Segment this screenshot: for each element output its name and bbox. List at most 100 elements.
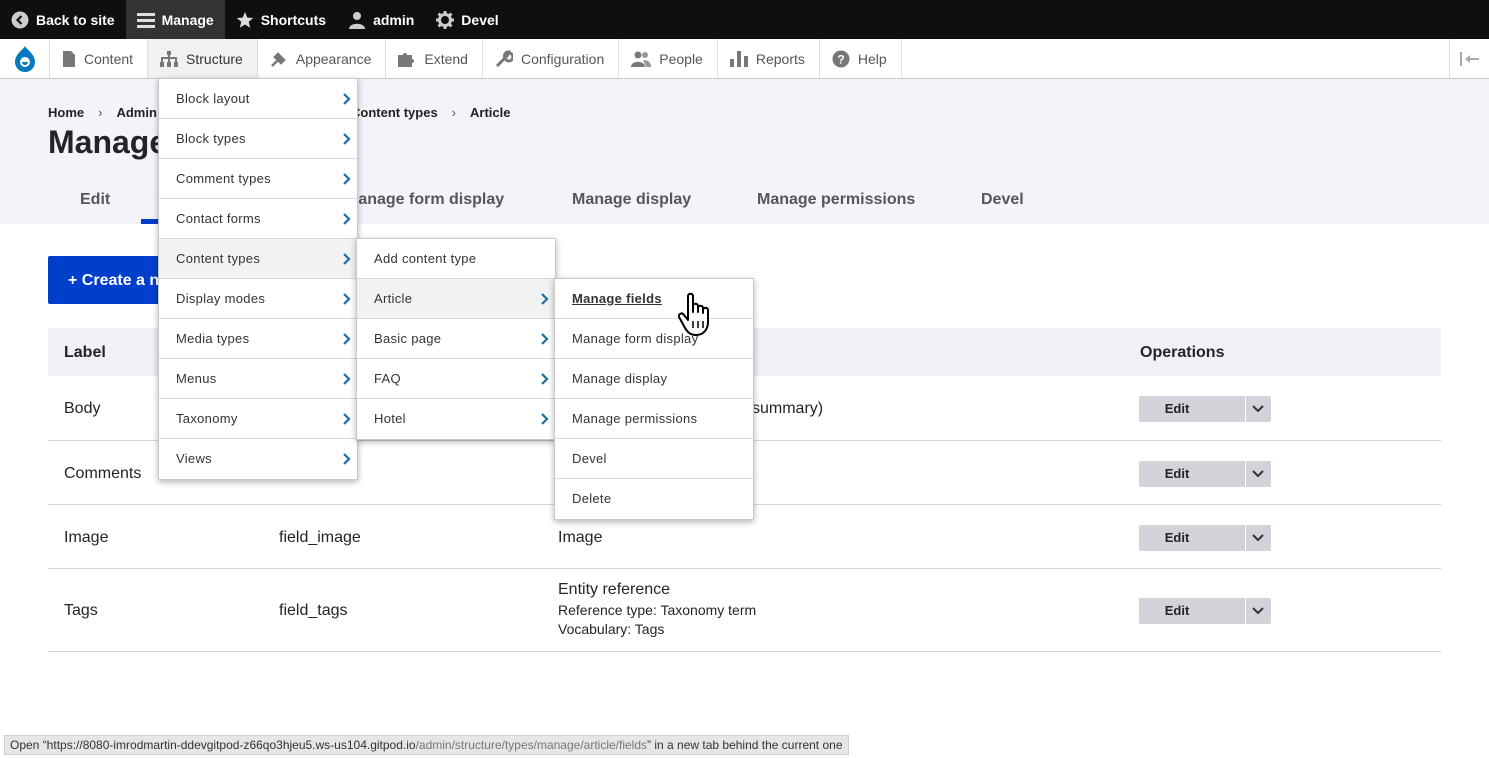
breadcrumb-article[interactable]: Article (470, 105, 510, 120)
breadcrumb-content-types[interactable]: Content types (351, 105, 438, 120)
menu-item-manage-form-display[interactable]: Manage form display (555, 319, 753, 359)
link-status-bar: Open “https://8080-imrodmartin-ddevgitpo… (4, 735, 849, 755)
admin-toolbar: Back to site Manage Shortcuts admin Deve… (0, 0, 1489, 39)
tab-manage-display[interactable]: Manage display (572, 182, 691, 220)
tray-item-appearance[interactable]: Appearance (258, 39, 387, 78)
chevron-right-icon (541, 333, 549, 345)
menu-item-label: Comment types (176, 171, 271, 186)
operations-dropbutton: Edit (1139, 525, 1271, 551)
menu-item-hotel[interactable]: Hotel (357, 399, 555, 439)
menu-item-taxonomy[interactable]: Taxonomy (159, 399, 357, 439)
chevron-down-icon (1252, 534, 1264, 542)
column-header-label: Label (64, 344, 106, 361)
menu-item-media-types[interactable]: Media types (159, 319, 357, 359)
shortcuts-tab[interactable]: Shortcuts (225, 0, 337, 39)
menu-item-display-modes[interactable]: Display modes (159, 279, 357, 319)
menu-item-add-content-type[interactable]: Add content type (357, 239, 555, 279)
dropbutton-toggle[interactable] (1245, 598, 1270, 624)
field-type: summary) (752, 400, 824, 417)
status-suffix: ” in a new tab behind the current one (647, 738, 843, 752)
chevron-right-icon (343, 93, 351, 105)
menu-item-contact-forms[interactable]: Contact forms (159, 199, 357, 239)
menu-item-label: Taxonomy (176, 411, 238, 426)
status-path: /admin/structure/types/manage/article/fi… (415, 738, 648, 752)
dropbutton-toggle[interactable] (1245, 525, 1270, 551)
edit-button[interactable]: Edit (1139, 461, 1245, 487)
tray-orientation-toggle[interactable] (1449, 39, 1489, 78)
menu-item-content-types[interactable]: Content types (159, 239, 357, 279)
tray-item-extend[interactable]: Extend (386, 39, 483, 78)
manage-tab[interactable]: Manage (125, 0, 225, 39)
user-icon (349, 11, 366, 29)
breadcrumb-home[interactable]: Home (48, 105, 84, 120)
devel-tab[interactable]: Devel (425, 0, 509, 39)
collapse-sidebar-icon (1459, 51, 1479, 66)
svg-text:?: ? (837, 52, 844, 66)
tray-item-people[interactable]: People (619, 39, 718, 78)
tray-item-structure[interactable]: Structure (148, 39, 258, 78)
tray-item-help[interactable]: ? Help (820, 39, 902, 78)
chevron-right-icon (343, 213, 351, 225)
field-type: Image (558, 529, 603, 546)
operations-dropbutton: Edit (1139, 461, 1271, 487)
user-tab[interactable]: admin (337, 0, 425, 39)
edit-button[interactable]: Edit (1139, 396, 1245, 422)
breadcrumb-admin[interactable]: Admin (116, 105, 156, 120)
menu-item-manage-display[interactable]: Manage display (555, 359, 753, 399)
sitemap-icon (160, 50, 179, 67)
chevron-right-icon (343, 133, 351, 145)
table-row: Tags field_tags Entity reference Referen… (48, 569, 1441, 652)
drupal-logo-icon[interactable] (0, 39, 50, 78)
menu-item-label: Menus (176, 371, 217, 386)
menu-item-basic-page[interactable]: Basic page (357, 319, 555, 359)
operations-dropbutton: Edit (1139, 598, 1271, 624)
tray-item-label: Appearance (295, 50, 372, 67)
manage-label: Manage (161, 11, 214, 28)
devel-label: Devel (461, 11, 499, 28)
tab-devel[interactable]: Devel (981, 182, 1024, 220)
back-to-site-link[interactable]: Back to site (0, 0, 126, 39)
tray-item-content[interactable]: Content (50, 39, 149, 78)
menu-item-label: Basic page (374, 331, 442, 346)
hand-pointer-icon (678, 292, 709, 336)
menu-item-label: Views (176, 451, 212, 466)
menu-item-comment-types[interactable]: Comment types (159, 159, 357, 199)
tab-edit[interactable]: Edit (80, 182, 110, 220)
menu-item-views[interactable]: Views (159, 439, 357, 479)
bar-chart-icon (729, 50, 748, 67)
edit-button[interactable]: Edit (1139, 598, 1245, 624)
field-label: Comments (64, 465, 142, 482)
menu-item-article[interactable]: Article (357, 279, 555, 319)
field-type-detail: Reference type: Taxonomy term (558, 602, 757, 618)
tray-item-configuration[interactable]: Configuration (483, 39, 620, 78)
operations-dropbutton: Edit (1139, 396, 1271, 422)
tray-item-reports[interactable]: Reports (718, 39, 820, 78)
edit-button[interactable]: Edit (1139, 525, 1245, 551)
menu-item-delete[interactable]: Delete (555, 479, 753, 519)
tray-item-label: People (659, 50, 703, 67)
tab-manage-form-display[interactable]: Manage form display (345, 182, 504, 220)
menu-item-block-types[interactable]: Block types (159, 119, 357, 159)
people-icon (631, 51, 652, 67)
tray-item-label: Configuration (520, 50, 605, 67)
dropbutton-toggle[interactable] (1245, 461, 1270, 487)
create-field-button[interactable]: + Create a new field (48, 256, 168, 304)
field-type-cell: Entity reference Reference type: Taxonom… (558, 581, 756, 637)
chevron-right-icon (541, 373, 549, 385)
menu-item-manage-fields[interactable]: Manage fields (555, 279, 753, 319)
document-icon (63, 50, 75, 67)
menu-item-menus[interactable]: Menus (159, 359, 357, 399)
menu-item-devel[interactable]: Devel (555, 439, 753, 479)
menu-item-faq[interactable]: FAQ (357, 359, 555, 399)
gear-icon (436, 10, 455, 29)
menu-item-label: Content types (176, 251, 261, 266)
menu-item-manage-permissions[interactable]: Manage permissions (555, 399, 753, 439)
menu-item-block-layout[interactable]: Block layout (159, 79, 357, 119)
tray-item-label: Extend (424, 50, 468, 67)
star-icon (236, 11, 254, 28)
tray-item-label: Reports (755, 50, 805, 67)
chevron-right-icon (343, 173, 351, 185)
dropbutton-toggle[interactable] (1245, 396, 1270, 422)
tab-manage-permissions[interactable]: Manage permissions (757, 182, 915, 220)
field-machine-name: field_tags (279, 602, 348, 619)
